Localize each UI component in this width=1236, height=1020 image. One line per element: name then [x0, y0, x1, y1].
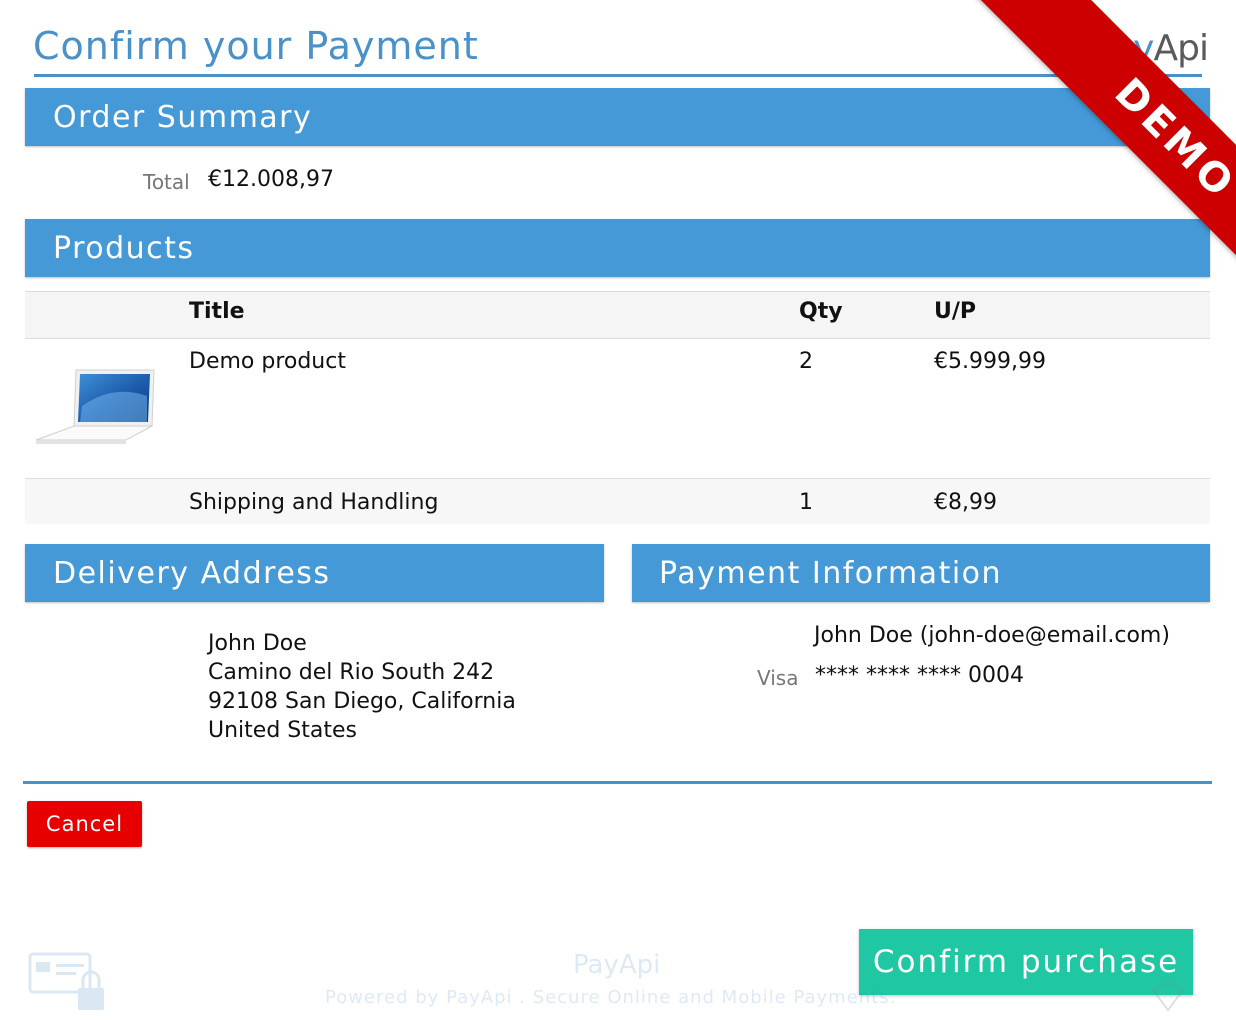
address-street: Camino del Rio South 242: [208, 660, 495, 685]
product-unit-price: €5.999,99: [934, 349, 1046, 374]
bottom-divider: [23, 781, 1212, 784]
total-value: €12.008,97: [208, 167, 334, 192]
footer-powered-by: Powered by PayApi . Secure Online and Mo…: [325, 987, 897, 1008]
column-unit-price: U/P: [934, 299, 977, 324]
payapi-logo: PayApi: [1093, 28, 1209, 69]
title-divider: [34, 74, 1202, 77]
card-number: **** **** **** 0004: [815, 663, 1024, 688]
shipping-unit-price: €8,99: [934, 490, 997, 515]
payer-name: John Doe (john-doe@email.com): [814, 623, 1170, 648]
shipping-qty: 1: [799, 490, 813, 515]
column-title: Title: [189, 299, 245, 324]
payment-information-header: Payment Information: [632, 544, 1210, 602]
product-title: Demo product: [189, 349, 346, 374]
page-title: Confirm your Payment: [33, 24, 479, 68]
address-country: United States: [208, 718, 357, 743]
card-type-label: Visa: [757, 666, 799, 690]
product-qty: 2: [799, 349, 813, 374]
total-label: Total: [143, 170, 190, 194]
delivery-address-header: Delivery Address: [25, 544, 604, 602]
confirm-purchase-button[interactable]: Confirm purchase: [859, 929, 1193, 995]
products-header: Products: [25, 219, 1210, 277]
footer-brand-link[interactable]: PayApi: [446, 987, 512, 1008]
shield-icon: [1148, 980, 1188, 1016]
order-summary-header: Order Summary: [25, 88, 1210, 146]
column-qty: Qty: [799, 299, 843, 324]
cancel-button[interactable]: Cancel: [27, 801, 142, 847]
shipping-title: Shipping and Handling: [189, 490, 439, 515]
secure-card-icon: [28, 952, 108, 1014]
address-name: John Doe: [208, 631, 307, 656]
delivery-address: John Doe Camino del Rio South 242 92108 …: [208, 629, 516, 745]
footer-logo: PayApi: [573, 950, 661, 980]
address-city: 92108 San Diego, California: [208, 689, 516, 714]
laptop-image: [34, 366, 156, 450]
